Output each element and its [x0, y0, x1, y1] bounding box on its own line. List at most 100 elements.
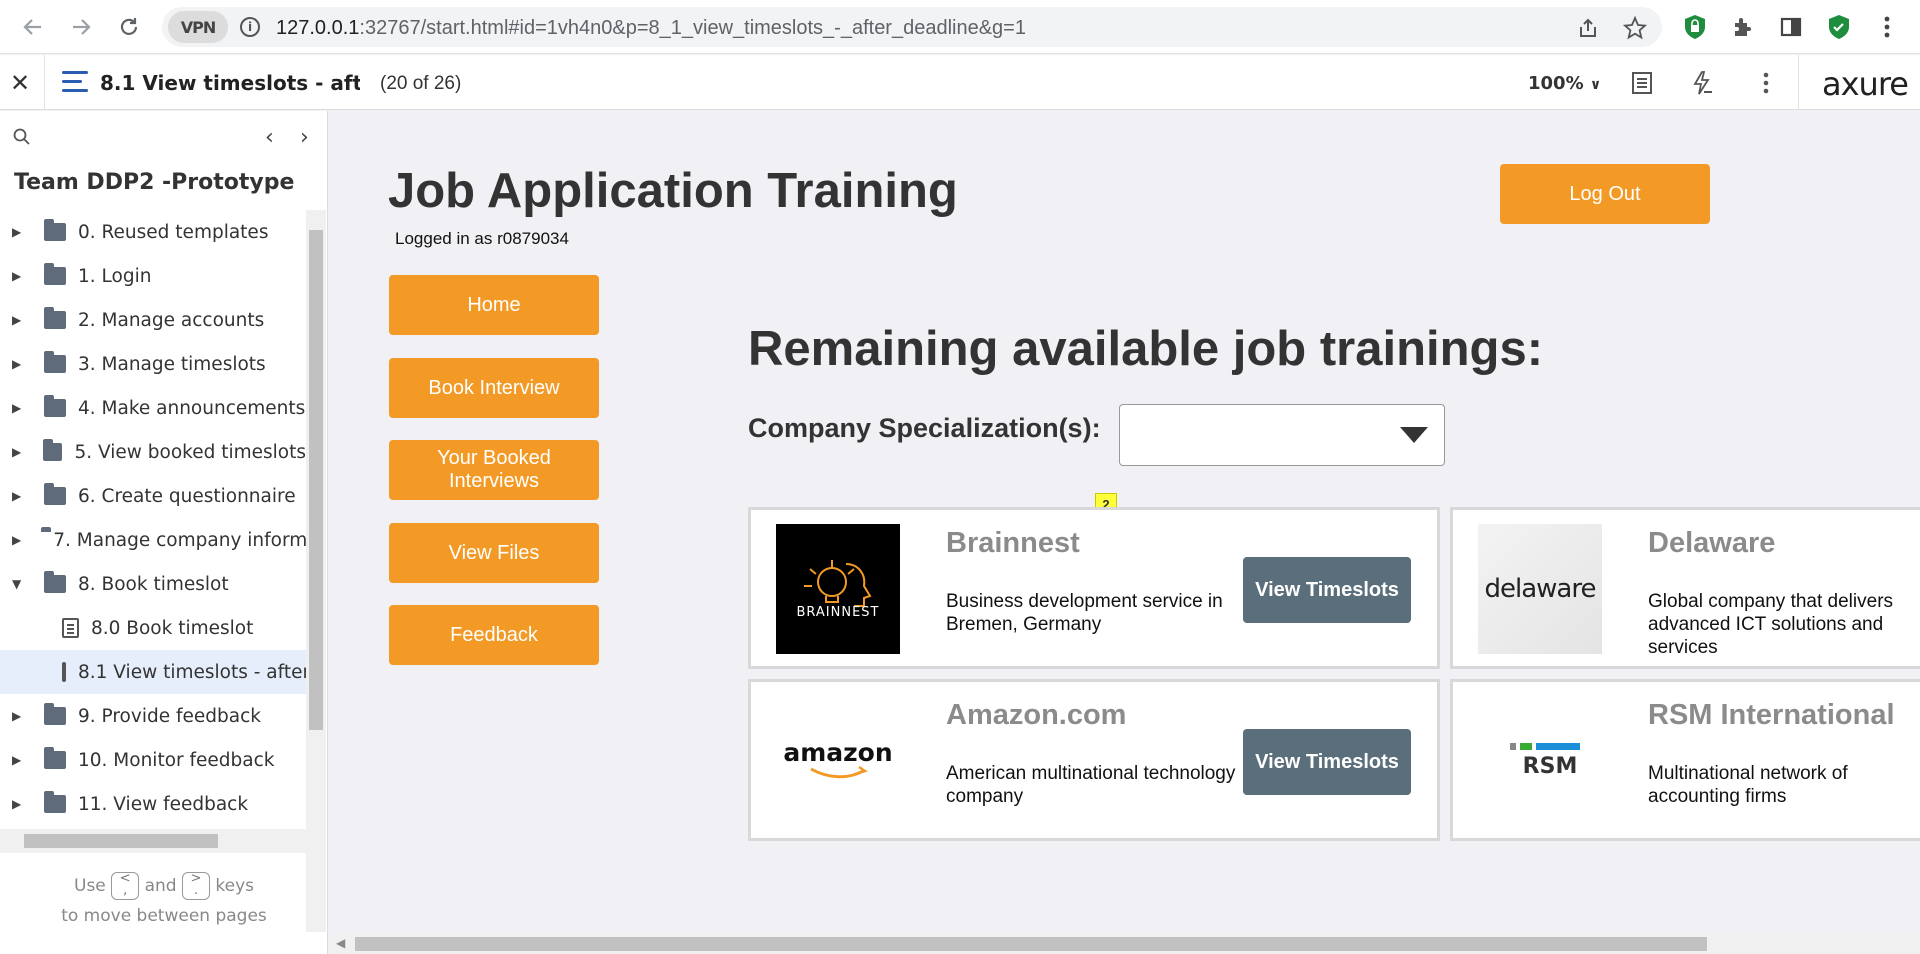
- tree-item-label: 2. Manage accounts: [78, 309, 265, 331]
- more-options-icon[interactable]: [1752, 69, 1780, 97]
- caret-right-icon[interactable]: ▶: [12, 401, 24, 415]
- hint-keys: keys: [215, 876, 254, 896]
- close-sidebar-icon[interactable]: ✕: [10, 69, 30, 97]
- folder-icon: [44, 219, 66, 241]
- prev-key-icon: <,: [111, 872, 140, 900]
- caret-right-icon[interactable]: ▶: [12, 225, 24, 239]
- company-name: Delaware: [1648, 527, 1776, 559]
- feedback-button[interactable]: Feedback: [389, 605, 599, 665]
- book-interview-button[interactable]: Book Interview: [389, 358, 599, 418]
- view-timeslots-button[interactable]: View Timeslots: [1243, 557, 1411, 623]
- amazon-logo-text: amazon: [783, 738, 892, 767]
- url-path: :32767/start.html#id=1vh4n0&p=8_1_view_t…: [359, 17, 1026, 39]
- notes-icon[interactable]: [1628, 69, 1656, 97]
- page-title: Job Application Training: [388, 164, 958, 218]
- tree-folder[interactable]: ▶ 5. View booked timeslots: [0, 430, 306, 474]
- scroll-left-icon[interactable]: ◀: [336, 936, 345, 950]
- home-button[interactable]: Home: [389, 275, 599, 335]
- company-description: Global company that delivers advanced IC…: [1648, 591, 1894, 658]
- company-card-delaware: delaware Delaware Global company that de…: [1450, 507, 1920, 669]
- sidebar-horizontal-scrollbar[interactable]: [0, 829, 306, 853]
- project-title: Team DDP2 -Prototype: [14, 170, 295, 195]
- amazon-logo: amazon: [776, 696, 900, 826]
- tree-folder[interactable]: ▼ 8. Book timeslot: [0, 562, 306, 606]
- sidebar-vertical-scrollbar[interactable]: [306, 210, 326, 932]
- sitemap-tree: ▶ 0. Reused templates ▶ 1. Login ▶ 2. Manag…: [0, 210, 306, 932]
- zoom-select[interactable]: 100% ∨: [1528, 73, 1601, 94]
- logout-button[interactable]: Log Out: [1500, 164, 1710, 224]
- caret-right-icon[interactable]: ▶: [12, 313, 24, 327]
- tree-item-label: 8.1 View timeslots - after: [78, 661, 306, 683]
- scrollbar-thumb[interactable]: [355, 937, 1707, 951]
- search-icon[interactable]: [12, 127, 32, 147]
- previous-page-icon[interactable]: ‹: [265, 125, 274, 150]
- tree-item-label: 4. Make announcements: [78, 397, 306, 419]
- keyboard-hint: Use <, and >. keys to move between pages: [0, 871, 328, 931]
- caret-right-icon[interactable]: ▶: [12, 489, 24, 503]
- next-page-icon[interactable]: ›: [300, 125, 309, 150]
- caret-right-icon[interactable]: ▶: [12, 445, 23, 459]
- url-text[interactable]: 127.0.0.1:32767/start.html#id=1vh4n0&p=8…: [276, 17, 1026, 40]
- caret-right-icon[interactable]: ▶: [12, 797, 24, 811]
- vpn-shield-icon[interactable]: [1680, 12, 1710, 42]
- view-timeslots-button[interactable]: View Timeslots: [1243, 729, 1411, 795]
- booked-interviews-button[interactable]: Your Booked Interviews: [389, 440, 599, 500]
- dropdown-arrow-icon[interactable]: [1400, 427, 1428, 443]
- browser-menu-icon[interactable]: [1872, 12, 1902, 42]
- tree-folder[interactable]: ▶ 0. Reused templates: [0, 210, 306, 254]
- tree-folder[interactable]: ▶ 2. Manage accounts: [0, 298, 306, 342]
- address-bar[interactable]: VPN i 127.0.0.1:32767/start.html#id=1vh4…: [162, 7, 1662, 47]
- sitemap-menu-icon[interactable]: [62, 71, 88, 93]
- caret-right-icon[interactable]: ▶: [12, 357, 24, 371]
- page-icon: [62, 618, 79, 638]
- tree-folder[interactable]: ▶ 1. Login: [0, 254, 306, 298]
- tree-folder[interactable]: ▶ 9. Provide feedback: [0, 694, 306, 738]
- site-info-icon[interactable]: i: [240, 17, 260, 37]
- section-title: Remaining available job trainings:: [748, 322, 1544, 376]
- tree-item-label: 3. Manage timeslots: [78, 353, 266, 375]
- reload-icon[interactable]: [112, 10, 146, 44]
- security-shield-icon[interactable]: [1824, 12, 1854, 42]
- company-name: RSM International: [1648, 699, 1895, 731]
- logged-in-text: Logged in as r0879034: [395, 229, 569, 248]
- forward-arrow-icon[interactable]: [64, 10, 98, 44]
- current-page-title[interactable]: 8.1 View timeslots - after d...: [100, 71, 360, 95]
- tree-folder[interactable]: ▶ 3. Manage timeslots: [0, 342, 306, 386]
- tree-item-label: 0. Reused templates: [78, 221, 269, 243]
- side-panel-icon[interactable]: [1776, 12, 1806, 42]
- delaware-logo: delaware: [1478, 524, 1602, 654]
- extensions-puzzle-icon[interactable]: [1728, 12, 1758, 42]
- back-arrow-icon[interactable]: [16, 10, 50, 44]
- folder-icon: [44, 483, 66, 505]
- tree-folder[interactable]: ▶ 4. Make announcements: [0, 386, 306, 430]
- tree-folder[interactable]: ▶ 11. View feedback: [0, 782, 306, 826]
- caret-right-icon[interactable]: ▶: [12, 753, 24, 767]
- hint-line2: to move between pages: [61, 906, 267, 926]
- tree-folder[interactable]: ▶ 10. Monitor feedback: [0, 738, 306, 782]
- company-description: Business development service in Bremen, …: [946, 591, 1223, 635]
- vpn-badge[interactable]: VPN: [168, 11, 228, 43]
- company-card-brainnest: BRAINNEST Brainnest Business development…: [748, 507, 1440, 669]
- scrollbar-thumb[interactable]: [24, 834, 218, 848]
- brainnest-logo: BRAINNEST: [776, 524, 900, 654]
- canvas-horizontal-scrollbar[interactable]: ◀: [330, 934, 1920, 954]
- folder-icon: [44, 263, 66, 285]
- rsm-logo: RSM: [1478, 696, 1602, 826]
- tree-page[interactable]: 8.0 Book timeslot: [0, 606, 306, 650]
- caret-right-icon[interactable]: ▶: [12, 533, 21, 547]
- caret-right-icon[interactable]: ▶: [12, 269, 24, 283]
- caret-down-icon[interactable]: ▼: [12, 577, 24, 591]
- tree-page-selected[interactable]: 8.1 View timeslots - after: [0, 650, 306, 694]
- hint-use: Use: [74, 876, 106, 896]
- interactions-icon[interactable]: [1688, 69, 1716, 97]
- tree-folder[interactable]: ▶ 7. Manage company informa: [0, 518, 306, 562]
- url-host: 127.0.0.1: [276, 17, 360, 39]
- bookmark-star-icon[interactable]: [1622, 15, 1648, 41]
- share-icon[interactable]: [1575, 15, 1601, 41]
- caret-right-icon[interactable]: ▶: [12, 709, 24, 723]
- view-files-button[interactable]: View Files: [389, 523, 599, 583]
- scrollbar-thumb[interactable]: [309, 230, 323, 730]
- tree-item-label: 5. View booked timeslots: [74, 441, 306, 463]
- tree-folder[interactable]: ▶ 6. Create questionnaire: [0, 474, 306, 518]
- specialization-select[interactable]: [1119, 404, 1445, 466]
